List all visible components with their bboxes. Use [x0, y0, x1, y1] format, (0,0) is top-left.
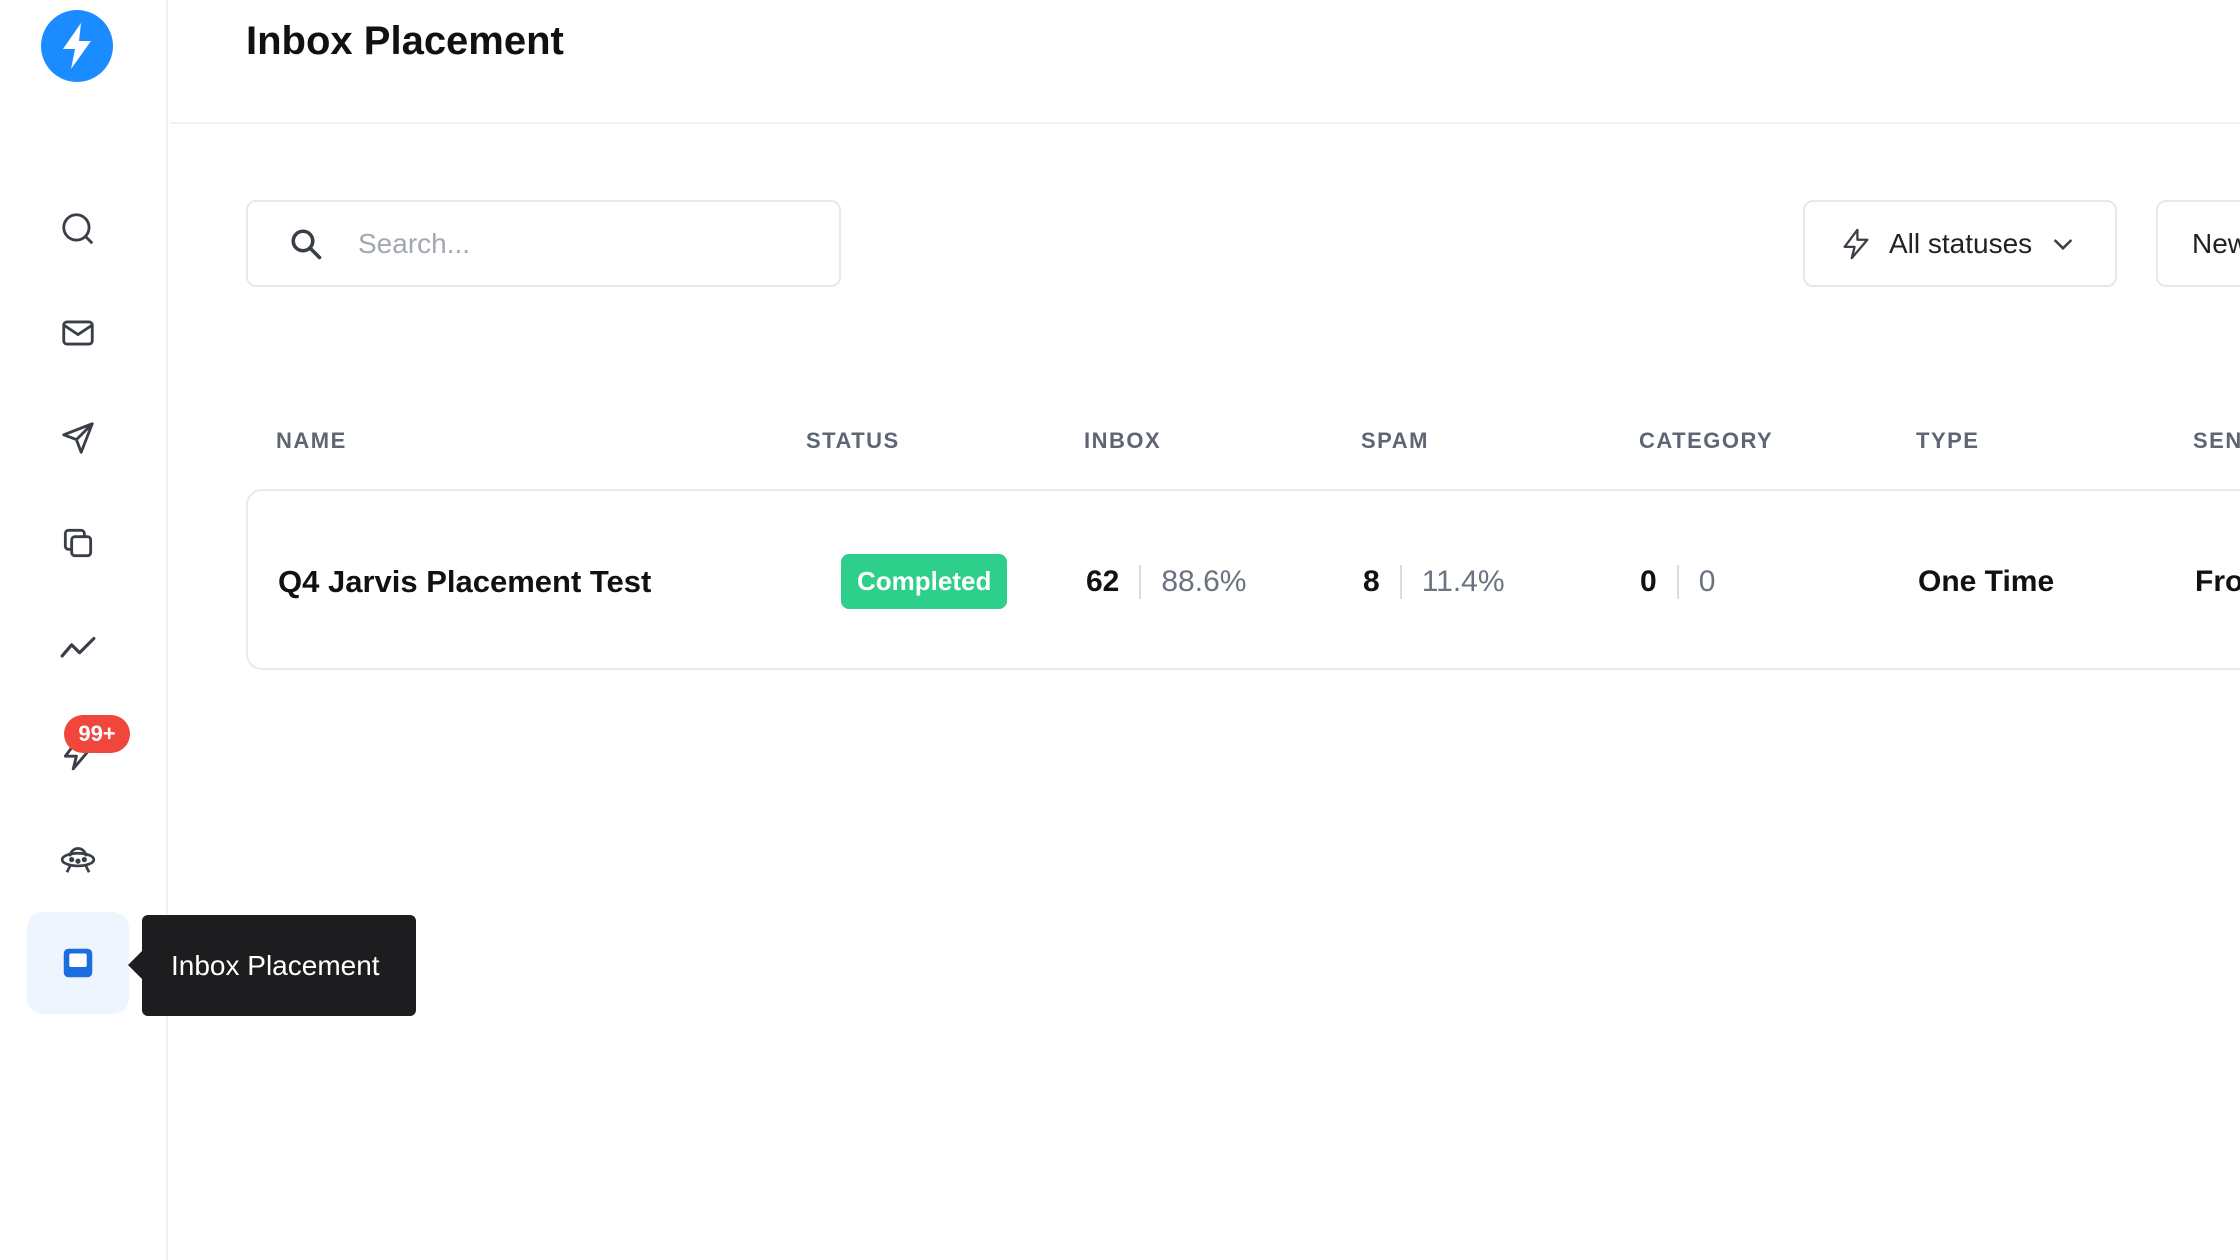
page-header: Inbox Placement [170, 0, 2240, 124]
divider [1676, 564, 1679, 599]
divider [1139, 564, 1142, 599]
column-header-type[interactable]: TYPE [1916, 428, 1979, 454]
inbox-percentage: 88.6% [1161, 564, 1247, 598]
page-title: Inbox Placement [246, 19, 564, 63]
notification-badge: 99+ [64, 715, 130, 753]
column-header-sender[interactable]: SEN [2193, 428, 2240, 454]
test-type: One Time [1918, 564, 2055, 598]
spam-count: 8 [1363, 564, 1380, 598]
sidebar-item-campaigns[interactable] [27, 387, 129, 489]
search-icon [291, 228, 322, 259]
sidebar-item-inbox-placement[interactable] [27, 912, 129, 1014]
category-count: 0 [1640, 564, 1657, 598]
inbox-placement-icon [63, 948, 93, 978]
table-row[interactable]: Q4 Jarvis Placement Test Completed 62 88… [246, 489, 2240, 670]
column-header-spam[interactable]: SPAM [1361, 428, 1429, 454]
status-filter-dropdown[interactable]: All statuses [1803, 200, 2117, 287]
column-header-status[interactable]: STATUS [806, 428, 900, 454]
chevron-down-icon [2054, 238, 2073, 250]
copy-icon [63, 528, 93, 558]
sidebar-item-mail[interactable] [27, 282, 129, 384]
sidebar-item-automations[interactable]: 99+ [27, 702, 130, 804]
lightning-icon [1843, 228, 1869, 259]
mail-icon [62, 320, 94, 346]
category-secondary: 0 [1698, 564, 1716, 598]
send-icon [62, 422, 94, 454]
search-box[interactable] [246, 200, 841, 287]
ufo-icon [60, 847, 96, 873]
column-header-category[interactable]: CATEGORY [1639, 428, 1773, 454]
analytics-icon [60, 636, 96, 658]
sidebar: 99+ [0, 0, 168, 1260]
sidebar-item-search[interactable] [27, 178, 129, 280]
new-test-button[interactable]: New [2156, 200, 2240, 287]
sidebar-item-analytics[interactable] [27, 597, 129, 699]
app-root: 99+ Inbox Placement Inbox Placement All … [0, 0, 2240, 1260]
search-input[interactable] [358, 227, 778, 260]
search-icon [62, 213, 94, 245]
sidebar-item-explore[interactable] [27, 807, 129, 909]
sidebar-tooltip: Inbox Placement [128, 915, 416, 1016]
test-name: Q4 Jarvis Placement Test [278, 563, 652, 599]
column-header-name[interactable]: NAME [276, 428, 347, 454]
divider [1399, 564, 1402, 599]
inbox-count: 62 [1086, 564, 1120, 598]
spam-percentage: 11.4% [1421, 564, 1505, 598]
logo-bolt-icon[interactable] [41, 10, 113, 82]
status-badge: Completed [841, 554, 1008, 609]
column-header-inbox[interactable]: INBOX [1084, 428, 1161, 454]
status-filter-label: All statuses [1889, 227, 2033, 259]
sidebar-item-templates[interactable] [27, 492, 129, 594]
sender-value: Fro [2195, 564, 2240, 598]
